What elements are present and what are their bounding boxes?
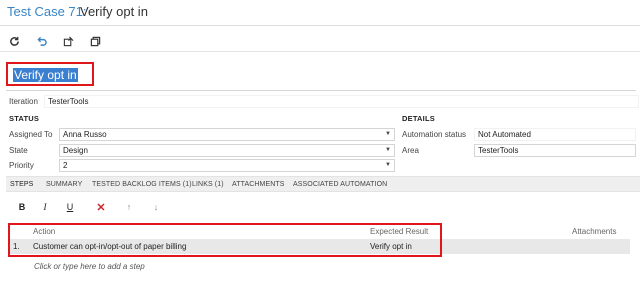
tab-links[interactable]: LINKS (1): [192, 181, 224, 188]
work-item-title: Verify opt in: [80, 4, 148, 19]
add-step-placeholder[interactable]: Click or type here to add a step: [34, 262, 145, 271]
assigned-to-label: Assigned To: [9, 130, 53, 139]
step-action[interactable]: Customer can opt-in/opt-out of paper bil…: [33, 242, 186, 251]
title-highlight-box: Verify opt in: [6, 62, 94, 86]
work-item-toolbar: [0, 30, 640, 52]
priority-value: 2: [63, 161, 68, 170]
chevron-down-icon: ▼: [385, 147, 391, 153]
delete-step-button[interactable]: ✕: [93, 200, 109, 214]
state-value: Design: [63, 146, 88, 155]
refresh-icon: [9, 36, 19, 46]
attachments-column-header: Attachments: [572, 227, 617, 236]
action-column-header: Action: [33, 227, 56, 236]
copy-button[interactable]: [88, 34, 102, 48]
step-expected-result[interactable]: Verify opt in: [370, 242, 412, 251]
assigned-to-select[interactable]: Anna Russo ▼: [59, 128, 395, 141]
work-item-id: Test Case 71:: [7, 4, 87, 19]
move-step-down-button[interactable]: ↓: [148, 200, 164, 214]
underline-button[interactable]: U: [62, 200, 78, 214]
state-select[interactable]: Design ▼: [59, 144, 395, 157]
tab-attachments[interactable]: ATTACHMENTS: [232, 181, 285, 188]
iteration-field[interactable]: TesterTools: [44, 95, 639, 108]
area-label: Area: [402, 146, 419, 155]
iteration-label: Iteration: [9, 97, 38, 106]
expected-result-column-header: Expected Result: [370, 227, 429, 236]
status-heading: STATUS: [9, 114, 40, 123]
automation-status-value: Not Automated: [478, 130, 531, 139]
tab-steps[interactable]: STEPS: [10, 181, 33, 188]
undo-icon: [36, 36, 47, 46]
refresh-button[interactable]: [7, 34, 21, 48]
chevron-down-icon: ▼: [385, 162, 391, 168]
copy-icon: [90, 36, 100, 46]
move-step-up-button[interactable]: ↑: [121, 200, 137, 214]
tab-summary[interactable]: SUMMARY: [46, 181, 82, 188]
priority-label: Priority: [9, 161, 34, 170]
bold-button[interactable]: B: [14, 200, 30, 214]
tab-associated-automation[interactable]: ASSOCIATED AUTOMATION: [293, 181, 387, 188]
tab-bar: STEPS SUMMARY TESTED BACKLOG ITEMS (1) L…: [6, 176, 640, 192]
undo-button[interactable]: [34, 34, 48, 48]
italic-button[interactable]: I: [37, 200, 53, 214]
state-label: State: [9, 146, 28, 155]
chevron-down-icon: ▼: [385, 131, 391, 137]
area-value: TesterTools: [478, 146, 519, 155]
save-and-close-icon: [63, 36, 73, 46]
details-heading: DETAILS: [402, 114, 435, 123]
tab-tested-backlog-items[interactable]: TESTED BACKLOG ITEMS (1): [92, 181, 192, 188]
automation-status-label: Automation status: [402, 130, 467, 139]
step-number: 1.: [13, 242, 20, 251]
save-and-close-button[interactable]: [61, 34, 75, 48]
iteration-value: TesterTools: [48, 97, 89, 106]
title-divider: [6, 90, 636, 91]
title-field[interactable]: Verify opt in: [13, 68, 78, 82]
priority-select[interactable]: 2 ▼: [59, 159, 395, 172]
area-field[interactable]: TesterTools: [474, 144, 636, 157]
assigned-to-value: Anna Russo: [63, 130, 107, 139]
work-item-header: Test Case 71: Verify opt in: [0, 0, 640, 26]
automation-status-field: Not Automated: [474, 128, 636, 141]
